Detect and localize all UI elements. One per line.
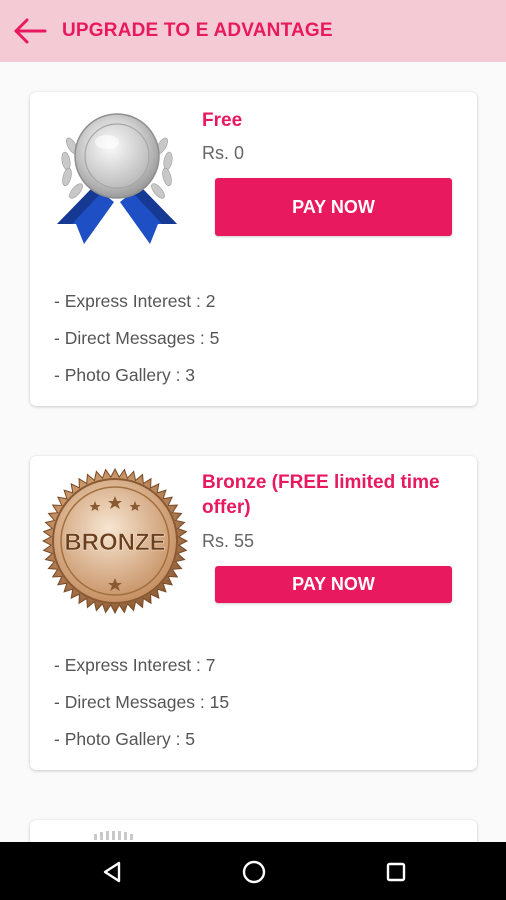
app-screen: UPGRADE TO E ADVANTAGE Free Rs. 0 PAY NO…	[0, 0, 506, 900]
silver-medal-icon	[57, 113, 177, 244]
system-nav-bar	[0, 842, 506, 900]
plan-price: Rs. 55	[202, 531, 255, 551]
feature-item: - Express Interest : 7	[54, 655, 216, 675]
medal-icon	[94, 831, 133, 840]
feature-item: - Photo Gallery : 5	[54, 729, 196, 749]
nav-back-button[interactable]	[96, 856, 128, 888]
bronze-seal-icon: BRONZE	[42, 468, 188, 614]
pay-now-button[interactable]: PAY NOW	[215, 178, 452, 236]
nav-home-icon	[242, 860, 266, 884]
feature-item: - Express Interest : 2	[54, 291, 216, 311]
nav-home-button[interactable]	[238, 856, 270, 888]
bronze-badge-text: BRONZE	[64, 529, 165, 556]
plan-card-bronze: BRONZE Bronze (FREE limited time offer) …	[30, 456, 477, 770]
plan-name: Free	[202, 110, 243, 131]
plan-name: Bronze (FREE limited time offer)	[202, 472, 440, 518]
plan-price: Rs. 0	[202, 143, 245, 163]
plan-card-partial	[30, 820, 477, 842]
arrow-left-icon	[14, 18, 47, 44]
page-title: UPGRADE TO E ADVANTAGE	[62, 20, 333, 41]
pay-now-button[interactable]: PAY NOW	[215, 566, 452, 603]
feature-list: - Express Interest : 7 - Direct Messages…	[54, 647, 229, 758]
feature-item: - Direct Messages : 15	[54, 692, 230, 712]
plans-list[interactable]: Free Rs. 0 PAY NOW - Express Interest : …	[0, 62, 506, 842]
back-button[interactable]	[12, 16, 48, 46]
feature-item: - Photo Gallery : 3	[54, 365, 196, 385]
feature-list: - Express Interest : 2 - Direct Messages…	[54, 283, 219, 394]
nav-recents-button[interactable]	[380, 856, 412, 888]
plan-card-free: Free Rs. 0 PAY NOW - Express Interest : …	[30, 92, 477, 406]
feature-item: - Direct Messages : 5	[54, 328, 220, 348]
nav-back-icon	[103, 861, 121, 883]
nav-recents-icon	[386, 862, 406, 882]
app-bar: UPGRADE TO E ADVANTAGE	[0, 0, 506, 62]
